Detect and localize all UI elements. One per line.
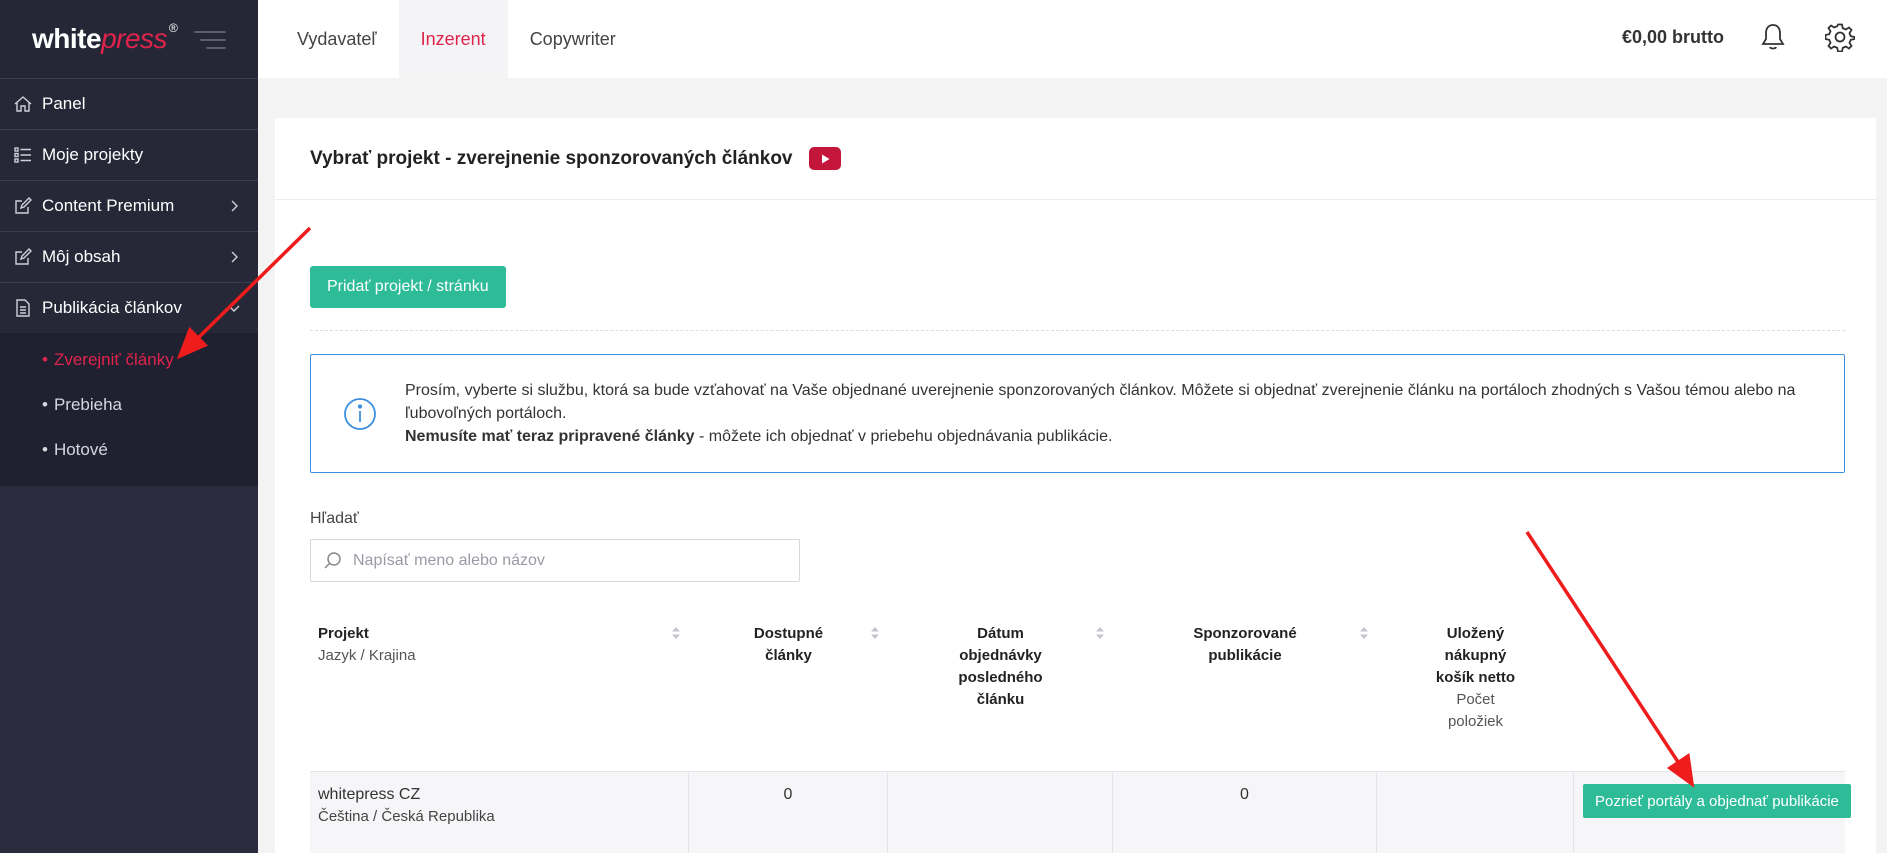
home-icon: [12, 93, 34, 115]
bell-icon[interactable]: [1759, 22, 1787, 52]
sidebar-item-label: Panel: [42, 94, 86, 113]
add-project-button[interactable]: Pridať projekt / stránku: [310, 266, 506, 308]
sidebar-subitem-hotove[interactable]: • Hotové: [0, 427, 258, 472]
table-header: Projekt Jazyk / Krajina Dostupné články …: [310, 601, 1845, 772]
cell-last-order: [888, 772, 1113, 853]
chevron-right-icon: [231, 200, 238, 212]
sidebar-item-moj-obsah[interactable]: Môj obsah: [0, 231, 258, 282]
list-icon: [12, 144, 34, 166]
main-card: Vybrať projekt - zverejnenie sponzorovan…: [275, 118, 1876, 853]
info-text: Prosím, vyberte si službu, ktorá sa bude…: [405, 382, 1796, 445]
cell-action: Pozrieť portály a objednať publikácie: [1574, 772, 1851, 853]
info-icon: [344, 398, 376, 430]
sidebar-subitem-prebieha[interactable]: • Prebieha: [0, 382, 258, 427]
sidebar-item-label: Content Premium: [42, 196, 175, 215]
sort-icon[interactable]: [870, 626, 880, 640]
sidebar-subitem-zverejnit-clanky[interactable]: • Zverejniť články: [0, 337, 258, 382]
sidebar: whitepress ® Panel Moje projekty Content …: [0, 0, 258, 853]
divider: [310, 330, 1845, 331]
column-header-project[interactable]: Projekt Jazyk / Krajina: [310, 601, 689, 771]
logo[interactable]: whitepress ®: [32, 21, 178, 55]
sidebar-item-content-premium[interactable]: Content Premium: [0, 180, 258, 231]
cell-cart: [1377, 772, 1574, 853]
cell-available: 0: [689, 772, 888, 853]
column-header-sponsored[interactable]: Sponzorované publikácie: [1113, 601, 1377, 771]
projects-table: Projekt Jazyk / Krajina Dostupné články …: [310, 601, 1851, 853]
sidebar-nav: Panel Moje projekty Content Premium Môj …: [0, 78, 258, 333]
search-icon: [324, 551, 341, 569]
table-row: whitepress CZ Čeština / Česká Republika …: [310, 772, 1851, 853]
topbar: Vydavateľ Inzerent Copywriter €0,00 brut…: [258, 0, 1887, 78]
sidebar-item-moje-projekty[interactable]: Moje projekty: [0, 129, 258, 180]
edit-icon: [12, 195, 34, 217]
table-body: whitepress CZ Čeština / Česká Republika …: [310, 772, 1851, 853]
gear-icon[interactable]: [1825, 22, 1855, 52]
hamburger-menu-icon[interactable]: [194, 31, 226, 49]
sidebar-subnav: • Zverejniť články • Prebieha • Hotové: [0, 333, 258, 486]
sidebar-item-panel[interactable]: Panel: [0, 78, 258, 129]
search-box[interactable]: [310, 539, 800, 582]
chevron-down-icon: [228, 305, 240, 312]
info-box: Prosím, vyberte si službu, ktorá sa bude…: [310, 354, 1845, 473]
column-header-available[interactable]: Dostupné články: [689, 601, 888, 771]
page-title: Vybrať projekt - zverejnenie sponzorovan…: [310, 147, 793, 169]
balance[interactable]: €0,00 brutto: [1622, 27, 1724, 48]
sidebar-item-label: Publikácia článkov: [42, 298, 182, 317]
sort-icon[interactable]: [671, 626, 681, 640]
tab-copywriter[interactable]: Copywriter: [508, 0, 638, 78]
logo-bar: whitepress ®: [0, 0, 258, 78]
sort-icon[interactable]: [1359, 626, 1369, 640]
sidebar-item-label: Moje projekty: [42, 145, 144, 164]
sort-icon[interactable]: [1095, 626, 1105, 640]
sidebar-item-publikacia-clankov[interactable]: Publikácia článkov: [0, 282, 258, 333]
youtube-icon[interactable]: [808, 147, 841, 170]
chevron-right-icon: [231, 251, 238, 263]
card-header: Vybrať projekt - zverejnenie sponzorovan…: [275, 118, 1876, 200]
view-portals-order-button[interactable]: Pozrieť portály a objednať publikácie: [1583, 784, 1851, 818]
column-header-last-order[interactable]: Dátum objednávky posledného článku: [888, 601, 1113, 771]
search-label: Hľadať: [310, 510, 359, 527]
cell-project: whitepress CZ Čeština / Česká Republika: [310, 772, 689, 853]
edit-icon: [12, 246, 34, 268]
tab-inzerent[interactable]: Inzerent: [398, 0, 508, 78]
column-header-cart: Uložený nákupný košík netto Počet položi…: [1435, 625, 1516, 730]
column-header-action: [1574, 601, 1845, 771]
sidebar-item-label: Môj obsah: [42, 247, 121, 266]
cell-sponsored: 0: [1113, 772, 1377, 853]
tab-vydavatel[interactable]: Vydavateľ: [258, 0, 399, 78]
search-input[interactable]: [353, 551, 773, 570]
document-icon: [12, 297, 34, 319]
